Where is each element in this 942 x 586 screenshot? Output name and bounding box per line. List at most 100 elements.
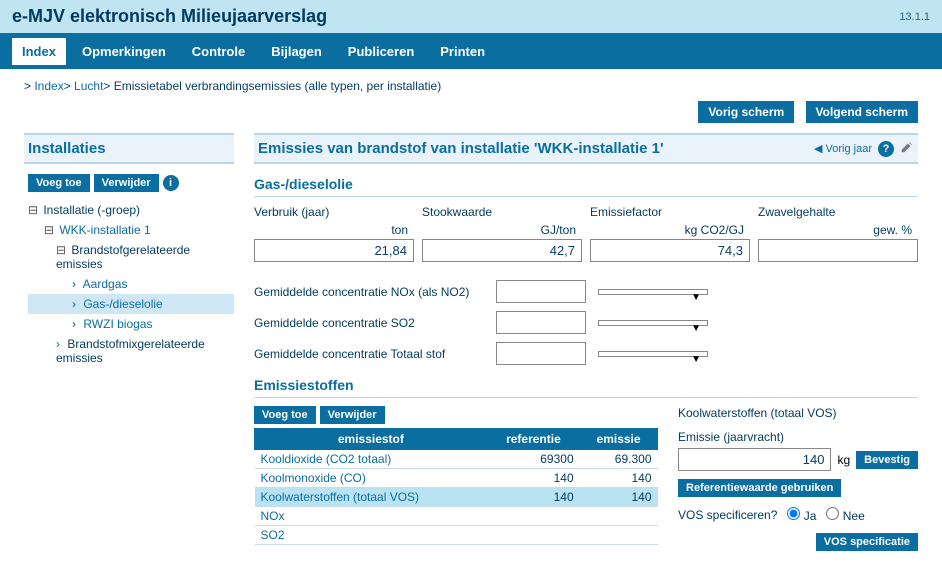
th-emi: emissie (580, 429, 658, 450)
cell-ref: 140 (487, 469, 579, 488)
table-row[interactable]: Kooldioxide (CO2 totaal)6930069.300 (255, 450, 658, 469)
edit-icon[interactable] (900, 140, 914, 157)
cell-ref (487, 526, 579, 545)
nav-publiceren[interactable]: Publiceren (338, 38, 424, 65)
nav-bar: Index Opmerkingen Controle Bijlagen Publ… (0, 33, 942, 69)
chevron-right-icon: › (72, 317, 76, 331)
nav-bijlagen[interactable]: Bijlagen (261, 38, 332, 65)
nav-printen[interactable]: Printen (430, 38, 495, 65)
select-conc-so2-unit[interactable] (598, 320, 708, 326)
prev-screen-button[interactable]: Vorig scherm (698, 101, 794, 123)
input-conc-nox[interactable] (496, 280, 586, 303)
right-title: Koolwaterstoffen (totaal VOS) (678, 406, 918, 420)
tree-fuel-gasdiesel[interactable]: › Gas-/dieselolie (28, 294, 234, 314)
nav-index[interactable]: Index (12, 38, 66, 65)
tree-mixgroep[interactable]: › Brandstofmixgerelateerde emissies (28, 334, 234, 368)
use-reference-button[interactable]: Referentiewaarde gebruiken (678, 479, 841, 497)
label-stook: Stookwaarde (422, 205, 582, 219)
th-stof: emissiestof (255, 429, 488, 450)
radio-ja[interactable]: Ja (787, 507, 816, 523)
collapse-icon[interactable]: ⊟ (28, 203, 38, 217)
sidebar-remove-button[interactable]: Verwijder (94, 174, 159, 192)
cell-stof: NOx (255, 507, 488, 526)
confirm-button[interactable]: Bevestig (856, 451, 918, 469)
tree-root[interactable]: ⊟ Installatie (-groep) (28, 200, 234, 220)
right-em-label: Emissie (jaarvracht) (678, 430, 918, 444)
collapse-icon[interactable]: ⊟ (56, 243, 66, 257)
select-conc-nox-unit[interactable] (598, 289, 708, 295)
select-conc-stof-unit[interactable] (598, 351, 708, 357)
label-conc-nox: Gemiddelde concentratie NOx (als NO2) (254, 285, 484, 299)
breadcrumb: > Index> Lucht> Emissietabel verbranding… (0, 69, 942, 97)
help-icon[interactable]: ? (878, 141, 894, 157)
cell-emi: 140 (580, 469, 658, 488)
label-conc-so2: Gemiddelde concentratie SO2 (254, 316, 484, 330)
cell-stof: Kooldioxide (CO2 totaal) (255, 450, 488, 469)
collapse-icon[interactable]: ⊟ (44, 223, 54, 237)
input-emissie-jaarvracht[interactable] (678, 448, 831, 471)
table-row[interactable]: Koolwaterstoffen (totaal VOS)140140 (255, 488, 658, 507)
tree-fuel-aardgas[interactable]: › Aardgas (28, 274, 234, 294)
next-screen-button[interactable]: Volgend scherm (806, 101, 918, 123)
radio-nee[interactable]: Nee (826, 507, 864, 523)
vos-spec-label: VOS specificeren? (678, 508, 777, 522)
cell-stof: SO2 (255, 526, 488, 545)
input-zwavel[interactable] (758, 239, 918, 262)
nav-opmerkingen[interactable]: Opmerkingen (72, 38, 176, 65)
input-conc-so2[interactable] (496, 311, 586, 334)
em-table: emissiestof referentie emissie Kooldioxi… (254, 428, 658, 545)
label-zwavel: Zwavelgehalte (758, 205, 918, 219)
cell-stof: Koolwaterstoffen (totaal VOS) (255, 488, 488, 507)
label-verbruik: Verbruik (jaar) (254, 205, 414, 219)
input-stook[interactable] (422, 239, 582, 262)
cell-emi: 69.300 (580, 450, 658, 469)
cell-stof: Koolmonoxide (CO) (255, 469, 488, 488)
breadcrumb-lucht[interactable]: Lucht (74, 79, 103, 93)
unit-kg: kg (837, 453, 850, 467)
breadcrumb-index[interactable]: Index (34, 79, 63, 93)
main: Emissies van brandstof van installatie '… (254, 133, 918, 551)
page-title: Emissies van brandstof van installatie '… (258, 140, 664, 157)
prev-year-link[interactable]: ◀ Vorig jaar (814, 142, 872, 155)
chevron-right-icon: › (72, 297, 76, 311)
table-row[interactable]: SO2 (255, 526, 658, 545)
input-ef[interactable] (590, 239, 750, 262)
tree-fuel-rwzi[interactable]: › RWZI biogas (28, 314, 234, 334)
tree-brandstofgroep[interactable]: ⊟ Brandstofgerelateerde emissies (28, 240, 234, 274)
input-verbruik[interactable] (254, 239, 414, 262)
section-gasdiesel: Gas-/dieselolie (254, 172, 918, 197)
cell-emi (580, 526, 658, 545)
em-remove-button[interactable]: Verwijder (320, 406, 385, 424)
cell-ref (487, 507, 579, 526)
th-ref: referentie (487, 429, 579, 450)
vos-spec-button[interactable]: VOS specificatie (816, 533, 918, 551)
app-version: 13.1.1 (899, 11, 930, 23)
app-header: e-MJV elektronisch Milieujaarverslag 13.… (0, 0, 942, 33)
chevron-right-icon: › (56, 337, 60, 351)
unit-stook: GJ/ton (422, 219, 582, 239)
screen-nav: Vorig scherm Volgend scherm (0, 97, 942, 133)
cell-emi (580, 507, 658, 526)
table-row[interactable]: Koolmonoxide (CO)140140 (255, 469, 658, 488)
sidebar: Installaties Voeg toe Verwijder i ⊟ Inst… (24, 133, 234, 551)
section-emissiestoffen: Emissiestoffen (254, 373, 918, 398)
input-conc-stof[interactable] (496, 342, 586, 365)
em-add-button[interactable]: Voeg toe (254, 406, 316, 424)
cell-emi: 140 (580, 488, 658, 507)
unit-zwavel: gew. % (758, 219, 918, 239)
cell-ref: 140 (487, 488, 579, 507)
unit-ef: kg CO2/GJ (590, 219, 750, 239)
unit-verbruik: ton (254, 219, 414, 239)
tree-installation[interactable]: ⊟ WKK-installatie 1 (28, 220, 234, 240)
sidebar-add-button[interactable]: Voeg toe (28, 174, 90, 192)
nav-controle[interactable]: Controle (182, 38, 255, 65)
chevron-right-icon: › (72, 277, 76, 291)
sidebar-title: Installaties (24, 133, 234, 164)
app-title: e-MJV elektronisch Milieujaarverslag (12, 6, 327, 27)
info-icon[interactable]: i (163, 175, 179, 191)
label-conc-stof: Gemiddelde concentratie Totaal stof (254, 347, 484, 361)
table-row[interactable]: NOx (255, 507, 658, 526)
label-ef: Emissiefactor (590, 205, 750, 219)
breadcrumb-current: Emissietabel verbrandingsemissies (alle … (114, 79, 441, 93)
cell-ref: 69300 (487, 450, 579, 469)
